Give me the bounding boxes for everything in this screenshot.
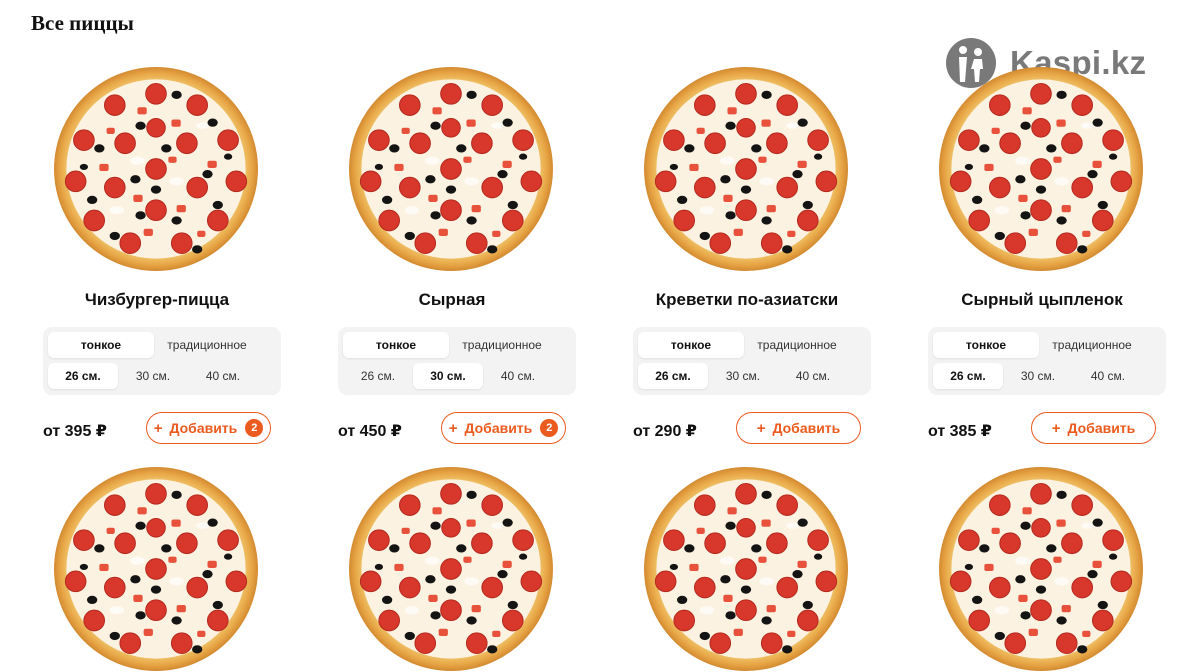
product-card: Сырный цыпленок тонкое традиционное 26 с…: [928, 60, 1166, 460]
cart-count-badge: 2: [540, 419, 559, 437]
options-selector: тонкое традиционное 26 см. 30 см. 40 см.: [928, 327, 1166, 395]
pizza-image: [643, 66, 849, 272]
add-button[interactable]: + Добавить 2: [441, 412, 566, 444]
add-button[interactable]: + Добавить 2: [146, 412, 271, 444]
options-selector: тонкое традиционное 26 см. 30 см. 40 см.: [43, 327, 281, 395]
size-option-30[interactable]: 30 см.: [708, 363, 778, 389]
dough-option-traditional[interactable]: традиционное: [1039, 332, 1145, 358]
dough-selector: тонкое традиционное: [343, 332, 555, 358]
options-selector: тонкое традиционное 26 см. 30 см. 40 см.: [338, 327, 576, 395]
price: от 385 ₽: [928, 423, 992, 440]
dough-selector: тонкое традиционное: [48, 332, 260, 358]
add-button-label: Добавить: [169, 420, 238, 436]
size-selector: 26 см. 30 см. 40 см.: [638, 363, 848, 389]
options-selector: тонкое традиционное 26 см. 30 см. 40 см.: [633, 327, 871, 395]
size-option-26[interactable]: 26 см.: [638, 363, 708, 389]
size-option-30[interactable]: 30 см.: [1003, 363, 1073, 389]
size-option-26[interactable]: 26 см.: [933, 363, 1003, 389]
size-option-30[interactable]: 30 см.: [118, 363, 188, 389]
size-option-40[interactable]: 40 см.: [188, 363, 258, 389]
size-selector: 26 см. 30 см. 40 см.: [933, 363, 1143, 389]
price: от 290 ₽: [633, 423, 697, 440]
dough-option-thin[interactable]: тонкое: [933, 332, 1039, 358]
product-card: Сырная тонкое традиционное 26 см. 30 см.…: [338, 60, 576, 460]
page-title: Все пиццы: [31, 11, 134, 35]
dough-option-traditional[interactable]: традиционное: [449, 332, 555, 358]
add-button-label: Добавить: [464, 420, 533, 436]
dough-option-traditional[interactable]: традиционное: [744, 332, 850, 358]
add-button[interactable]: + Добавить: [736, 412, 861, 444]
size-option-40[interactable]: 40 см.: [483, 363, 553, 389]
pizza-image: [348, 66, 554, 272]
dough-selector: тонкое традиционное: [638, 332, 850, 358]
product-name: Сырный цыпленок: [961, 290, 1123, 309]
product-card: Чизбургер-пицца тонкое традиционное 26 с…: [43, 60, 281, 460]
price: от 450 ₽: [338, 423, 402, 440]
plus-icon: +: [756, 419, 766, 437]
size-selector: 26 см. 30 см. 40 см.: [48, 363, 258, 389]
dough-option-thin[interactable]: тонкое: [48, 332, 154, 358]
product-card: Креветки по-азиатски тонкое традиционное…: [633, 60, 871, 460]
pizza-image: [348, 466, 554, 672]
dough-selector: тонкое традиционное: [933, 332, 1145, 358]
pizza-image: [938, 66, 1144, 272]
pizza-image: [938, 466, 1144, 672]
dough-option-thin[interactable]: тонкое: [638, 332, 744, 358]
plus-icon: +: [448, 419, 458, 437]
size-selector: 26 см. 30 см. 40 см.: [343, 363, 553, 389]
plus-icon: +: [1051, 419, 1061, 437]
add-button[interactable]: + Добавить: [1031, 412, 1156, 444]
size-option-40[interactable]: 40 см.: [778, 363, 848, 389]
add-button-label: Добавить: [772, 420, 841, 436]
product-name: Креветки по-азиатски: [655, 290, 839, 309]
cart-count-badge: 2: [245, 419, 264, 437]
pizza-image: [643, 466, 849, 672]
pizza-image: [53, 466, 259, 672]
add-button-label: Добавить: [1067, 420, 1136, 436]
dough-option-traditional[interactable]: традиционное: [154, 332, 260, 358]
size-option-26[interactable]: 26 см.: [343, 363, 413, 389]
size-option-26[interactable]: 26 см.: [48, 363, 118, 389]
product-name: Сырная: [418, 290, 486, 309]
pizza-image: [53, 66, 259, 272]
size-option-40[interactable]: 40 см.: [1073, 363, 1143, 389]
price: от 395 ₽: [43, 423, 107, 440]
plus-icon: +: [153, 419, 163, 437]
dough-option-thin[interactable]: тонкое: [343, 332, 449, 358]
size-option-30[interactable]: 30 см.: [413, 363, 483, 389]
product-name: Чизбургер-пицца: [84, 290, 230, 309]
